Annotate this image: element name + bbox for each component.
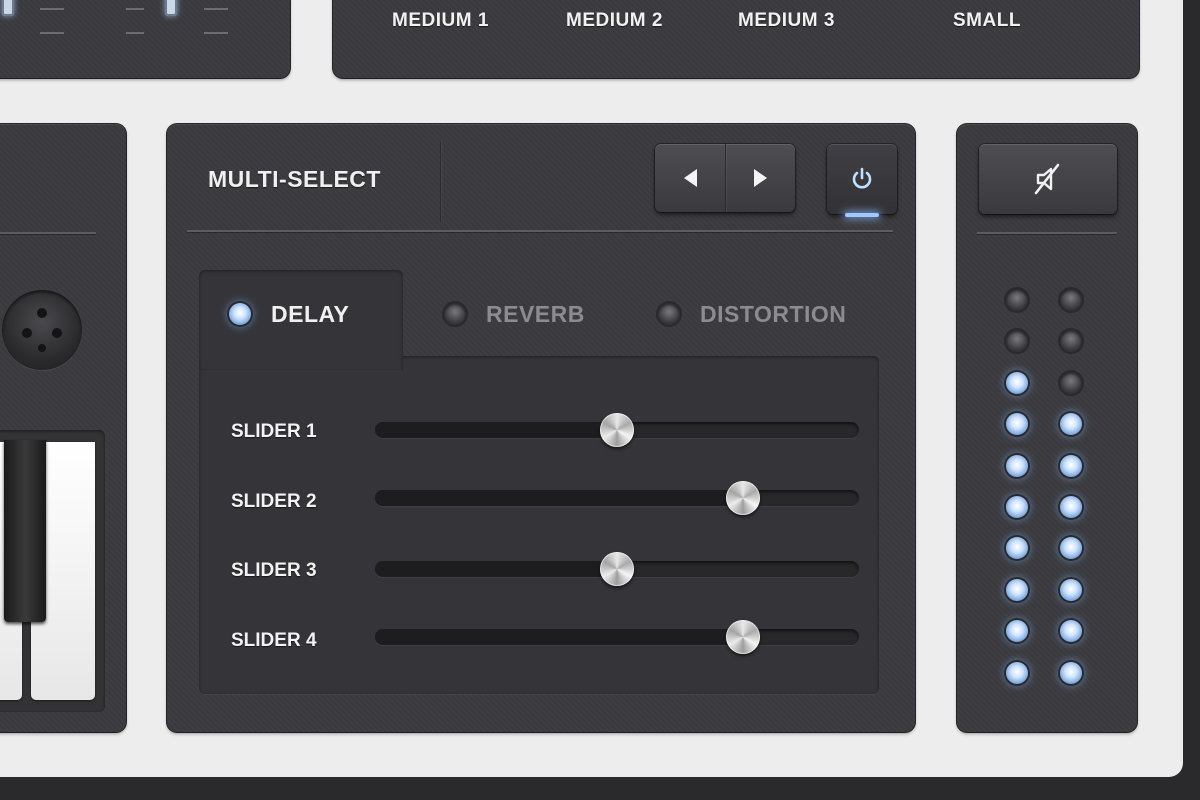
fader-tick	[126, 32, 144, 34]
slider-label: SLIDER 4	[231, 630, 317, 651]
vu-led	[1060, 289, 1082, 311]
arrow-right-icon	[753, 169, 767, 187]
panel-divider	[0, 232, 96, 234]
slider-label: SLIDER 3	[231, 560, 317, 581]
vu-led	[1006, 496, 1028, 518]
slider-thumb[interactable]	[726, 481, 760, 515]
slider-thumb[interactable]	[600, 413, 634, 447]
vu-led	[1060, 579, 1082, 601]
tab-led-indicator	[444, 303, 466, 325]
vu-led	[1060, 330, 1082, 352]
vu-led	[1006, 330, 1028, 352]
slider-fill	[375, 561, 617, 577]
vu-led	[1006, 413, 1028, 435]
vu-divider	[977, 232, 1117, 234]
fader-tick	[204, 32, 228, 34]
tab-label: REVERB	[486, 300, 585, 327]
fader-tick	[40, 32, 64, 34]
slider-1[interactable]	[375, 413, 859, 447]
slider-2[interactable]	[375, 481, 859, 515]
xlr-jack-icon	[2, 290, 82, 370]
slider-thumb[interactable]	[726, 620, 760, 654]
vu-led	[1060, 662, 1082, 684]
multi-select-panel: MULTI-SELECT DELAY REVERB DISTORTION SLI…	[167, 124, 915, 732]
panel-title: MULTI-SELECT	[208, 166, 381, 192]
prev-button[interactable]	[655, 144, 725, 212]
vu-led	[1006, 662, 1028, 684]
vu-led	[1006, 579, 1028, 601]
vu-led	[1006, 372, 1028, 394]
slider-label: SLIDER 1	[231, 421, 317, 442]
size-option-medium-2[interactable]: MEDIUM 2	[566, 10, 663, 32]
slider-3[interactable]	[375, 552, 859, 586]
vu-led	[1060, 496, 1082, 518]
vu-led	[1060, 455, 1082, 477]
slider-fill	[375, 629, 743, 645]
title-separator	[440, 142, 441, 222]
piano-black-key[interactable]	[4, 440, 46, 622]
tab-label: DISTORTION	[700, 300, 847, 327]
size-option-medium-3[interactable]: MEDIUM 3	[738, 10, 835, 32]
vu-meter-panel	[957, 124, 1137, 732]
next-button[interactable]	[725, 144, 795, 212]
nav-arrow-group	[655, 144, 795, 212]
tab-label: DELAY	[271, 300, 350, 327]
vu-led	[1060, 372, 1082, 394]
vu-led	[1006, 620, 1028, 642]
vu-led	[1006, 289, 1028, 311]
fader-tick	[40, 8, 64, 10]
fader-handle[interactable]	[2, 0, 14, 16]
slider-fill	[375, 422, 617, 438]
size-option-medium-1[interactable]: MEDIUM 1	[392, 10, 489, 32]
slider-label: SLIDER 2	[231, 491, 317, 512]
arrow-left-icon	[683, 169, 697, 187]
power-icon	[852, 167, 872, 189]
tab-delay[interactable]: DELAY	[229, 294, 349, 334]
tab-led-indicator	[658, 303, 680, 325]
slider-4[interactable]	[375, 620, 859, 654]
speaker-mute-icon	[1034, 163, 1060, 195]
fader-tick	[204, 8, 228, 10]
fader-tick	[126, 8, 144, 10]
tab-led-indicator	[229, 303, 251, 325]
vu-led	[1060, 413, 1082, 435]
size-option-small[interactable]: SMALL	[953, 10, 1021, 32]
vu-led	[1006, 455, 1028, 477]
mute-button[interactable]	[979, 144, 1117, 214]
size-selector-panel: MEDIUM 1 MEDIUM 2 MEDIUM 3 SMALL	[333, 0, 1139, 78]
slider-fill	[375, 490, 743, 506]
fader-panel	[0, 0, 290, 78]
power-button[interactable]	[827, 144, 897, 217]
tab-distortion[interactable]: DISTORTION	[658, 294, 846, 334]
header-divider	[187, 230, 893, 232]
vu-led	[1060, 537, 1082, 559]
tab-reverb[interactable]: REVERB	[444, 294, 585, 334]
vu-led	[1060, 620, 1082, 642]
slider-thumb[interactable]	[600, 552, 634, 586]
fader-handle[interactable]	[165, 0, 177, 16]
vu-led	[1006, 537, 1028, 559]
